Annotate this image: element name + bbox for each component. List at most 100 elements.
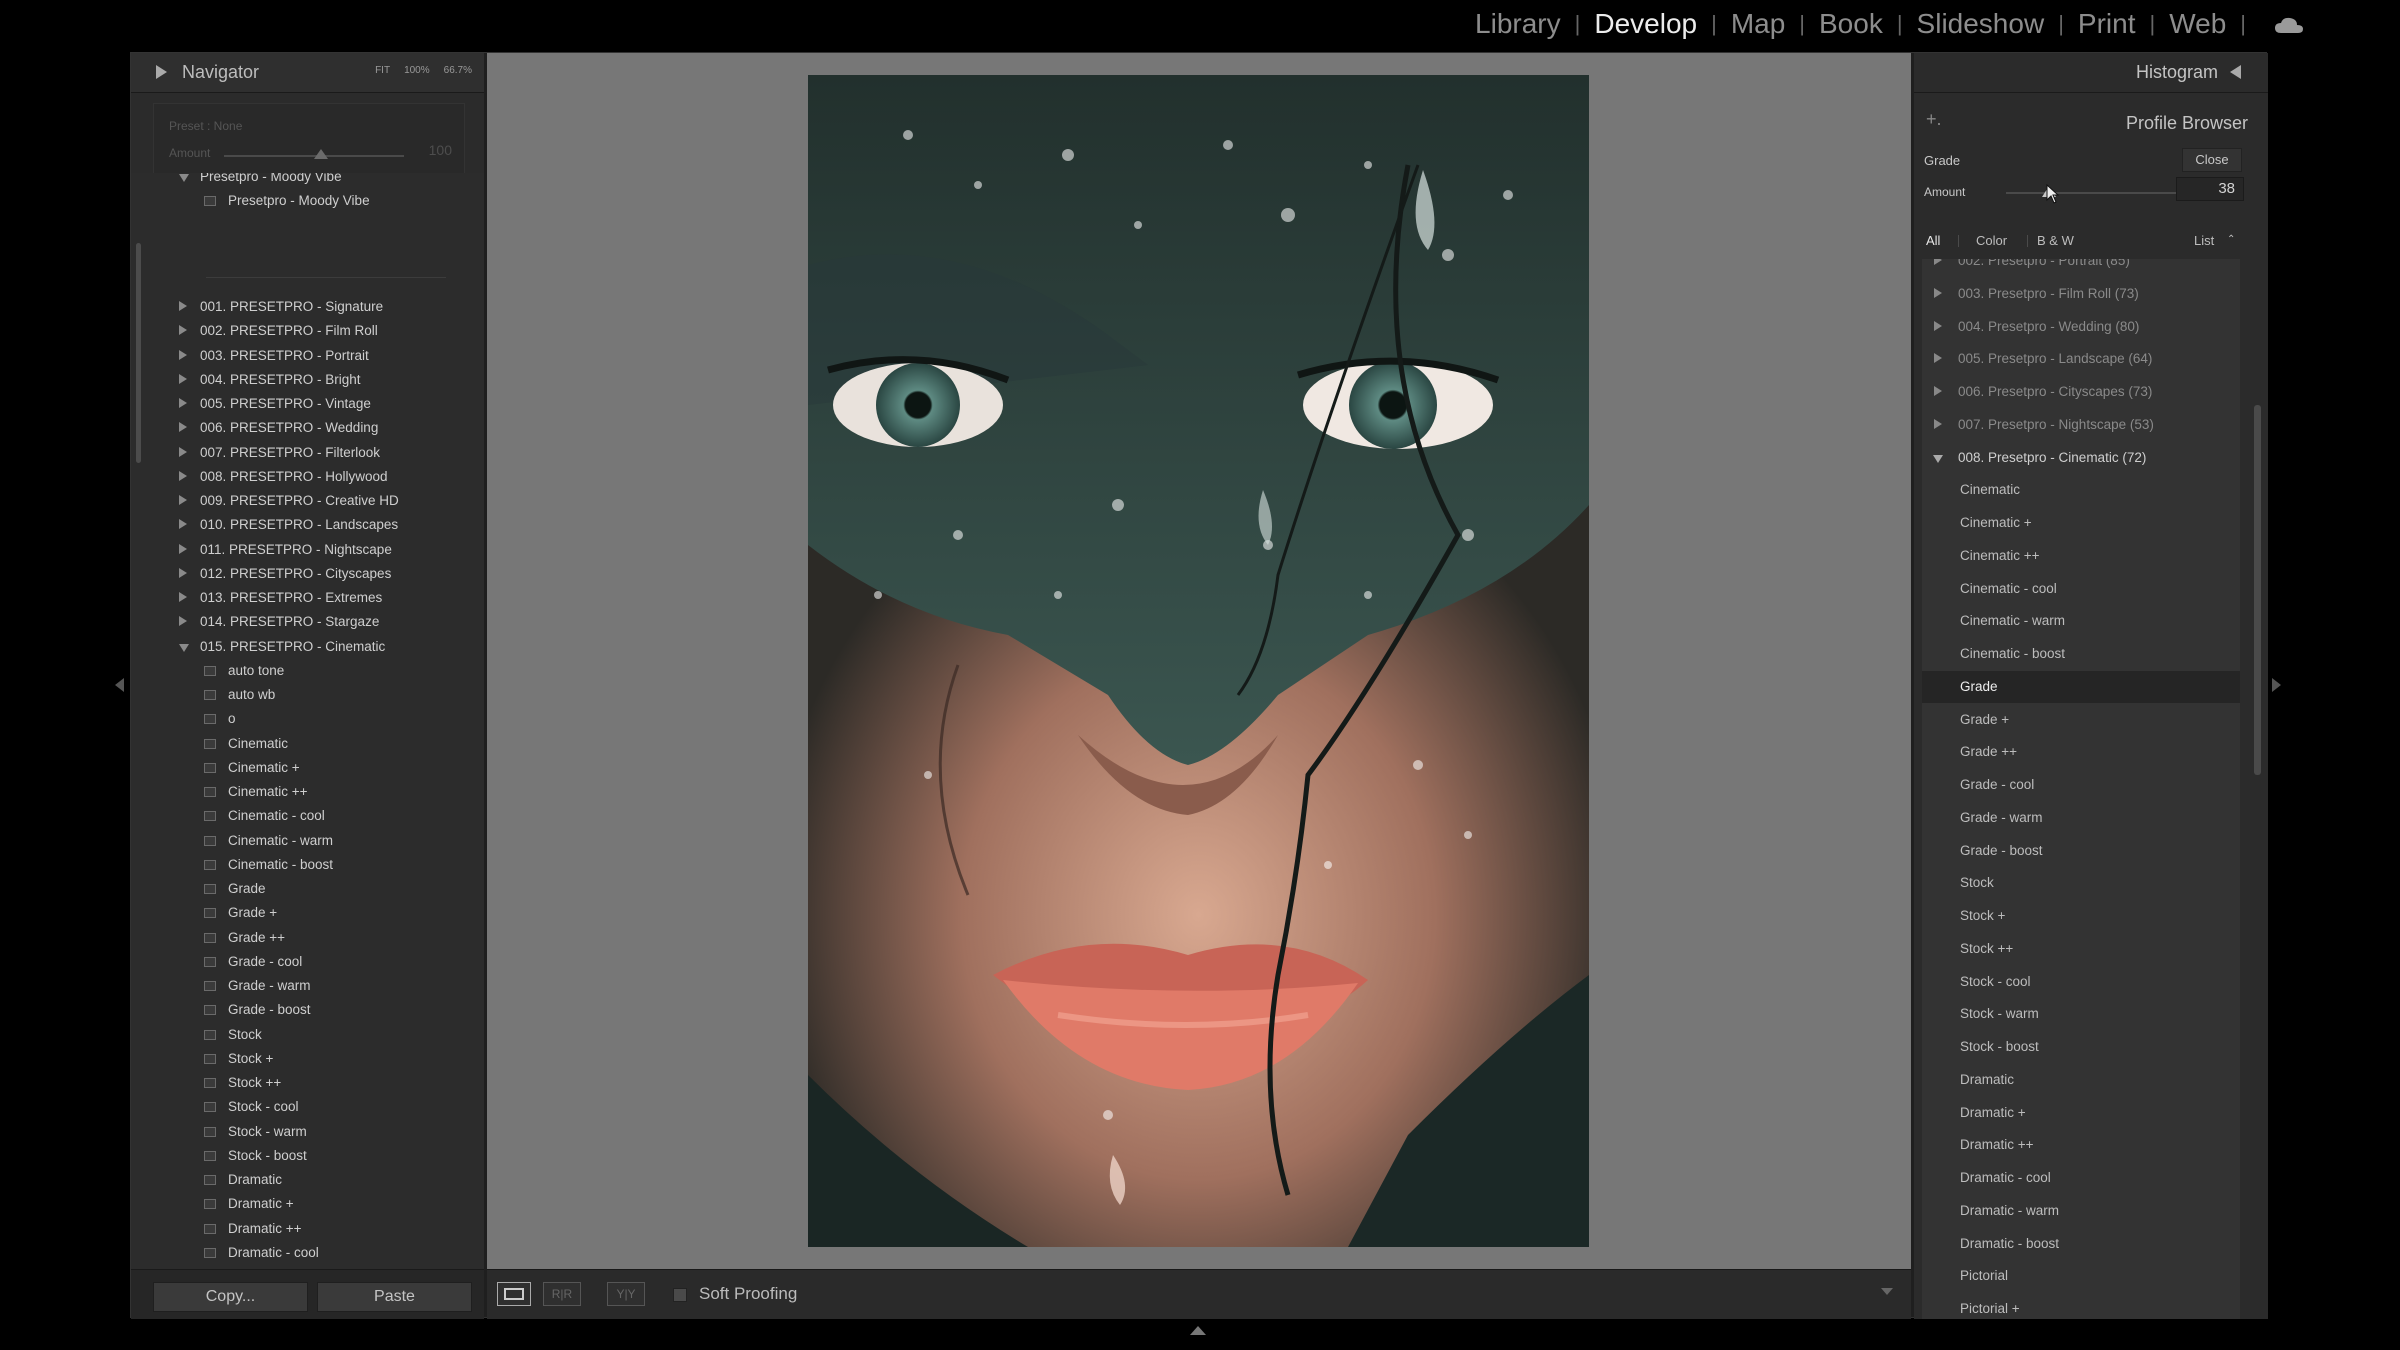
survey-view-button[interactable]: Y|Y bbox=[607, 1282, 645, 1306]
profile-folder[interactable]: 005. Presetpro - Landscape (64) bbox=[1922, 343, 2240, 375]
expand-triangle-icon[interactable] bbox=[1934, 386, 1942, 396]
preset-folder[interactable]: 001. PRESETPRO - Signature bbox=[131, 297, 484, 319]
expand-triangle-icon[interactable] bbox=[179, 470, 187, 481]
profile-item[interactable]: Dramatic ++ bbox=[1922, 1129, 2240, 1161]
preset-item[interactable]: Grade + bbox=[131, 903, 484, 925]
preset-folder[interactable]: 004. PRESETPRO - Bright bbox=[131, 370, 484, 392]
expand-triangle-icon[interactable] bbox=[179, 567, 187, 578]
profile-item[interactable]: Cinematic - warm bbox=[1922, 605, 2240, 637]
preset-item[interactable]: Dramatic + bbox=[131, 1194, 484, 1216]
module-slideshow[interactable]: Slideshow bbox=[1917, 8, 2045, 40]
zoom-100[interactable]: 100% bbox=[404, 65, 430, 76]
profile-item[interactable]: Stock - cool bbox=[1922, 966, 2240, 998]
profile-item[interactable]: Dramatic + bbox=[1922, 1097, 2240, 1129]
preset-folder[interactable]: 010. PRESETPRO - Landscapes bbox=[131, 515, 484, 537]
zoom-fit[interactable]: FIT bbox=[375, 65, 390, 76]
right-scrollbar[interactable] bbox=[2254, 405, 2261, 775]
preset-folder[interactable]: 011. PRESETPRO - Nightscape bbox=[131, 540, 484, 562]
preset-item[interactable]: Cinematic - warm bbox=[131, 831, 484, 853]
profile-item[interactable]: Dramatic - cool bbox=[1922, 1162, 2240, 1194]
soft-proofing-checkbox[interactable] bbox=[673, 1288, 687, 1302]
collapse-triangle-icon[interactable] bbox=[2230, 65, 2241, 79]
left-panel-toggle-icon[interactable] bbox=[115, 678, 124, 692]
profile-item[interactable]: Stock - warm bbox=[1922, 998, 2240, 1030]
profile-folder[interactable]: 006. Presetpro - Cityscapes (73) bbox=[1922, 376, 2240, 408]
preset-item[interactable]: Stock - boost bbox=[131, 1146, 484, 1168]
filter-bw[interactable]: B & W bbox=[2037, 233, 2074, 248]
expand-triangle-icon[interactable] bbox=[1934, 287, 1942, 298]
preset-item[interactable]: Cinematic + bbox=[131, 758, 484, 780]
preset-item[interactable]: Dramatic bbox=[131, 1170, 484, 1192]
profile-folder[interactable]: 004. Presetpro - Wedding (80) bbox=[1922, 311, 2240, 343]
preset-folder[interactable]: 013. PRESETPRO - Extremes bbox=[131, 588, 484, 610]
profile-item[interactable]: Cinematic ++ bbox=[1922, 540, 2240, 572]
expand-triangle-icon[interactable] bbox=[179, 543, 187, 554]
expand-triangle-icon[interactable] bbox=[179, 325, 187, 336]
preset-amount-value[interactable]: 100 bbox=[429, 142, 452, 158]
profile-item[interactable]: Grade - warm bbox=[1922, 802, 2240, 834]
profile-item[interactable]: Stock bbox=[1922, 867, 2240, 899]
right-panel-toggle-icon[interactable] bbox=[2272, 678, 2281, 692]
preset-item[interactable]: Dramatic - cool bbox=[131, 1243, 484, 1265]
preset-folder[interactable]: 005. PRESETPRO - Vintage bbox=[131, 394, 484, 416]
profile-item[interactable]: Dramatic - warm bbox=[1922, 1195, 2240, 1227]
profile-item[interactable]: Grade - cool bbox=[1922, 769, 2240, 801]
profile-folder[interactable]: 002. Presetpro - Portrait (85) bbox=[1922, 259, 2240, 277]
preset-folder[interactable]: Presetpro - Moody Vibe bbox=[131, 173, 484, 189]
preset-folder[interactable]: 007. PRESETPRO - Filterlook bbox=[131, 443, 484, 465]
close-button[interactable]: Close bbox=[2182, 148, 2242, 172]
profile-item[interactable]: Grade - boost bbox=[1922, 835, 2240, 867]
module-library[interactable]: Library bbox=[1475, 8, 1561, 40]
preset-folder[interactable]: 002. PRESETPRO - Film Roll bbox=[131, 321, 484, 343]
preset-item[interactable]: Grade - boost bbox=[131, 1000, 484, 1022]
photo[interactable] bbox=[808, 75, 1589, 1247]
preset-folder[interactable]: 009. PRESETPRO - Creative HD bbox=[131, 491, 484, 513]
paste-button[interactable]: Paste bbox=[317, 1282, 472, 1312]
profile-item[interactable]: Grade ++ bbox=[1922, 736, 2240, 768]
module-web[interactable]: Web bbox=[2169, 8, 2226, 40]
compare-view-button[interactable]: R|R bbox=[543, 1282, 581, 1306]
expand-triangle-icon[interactable] bbox=[1934, 259, 1942, 265]
preset-item[interactable]: Stock - warm bbox=[131, 1122, 484, 1144]
module-book[interactable]: Book bbox=[1819, 8, 1883, 40]
expand-triangle-icon[interactable] bbox=[1934, 353, 1942, 364]
profile-item[interactable]: Dramatic - boost bbox=[1922, 1228, 2240, 1260]
profile-item[interactable]: Stock - boost bbox=[1922, 1031, 2240, 1063]
module-print[interactable]: Print bbox=[2078, 8, 2136, 40]
preset-item[interactable]: Cinematic ++ bbox=[131, 782, 484, 804]
cloud-icon[interactable] bbox=[2274, 16, 2304, 34]
filter-all[interactable]: All bbox=[1926, 233, 1940, 248]
profile-item[interactable]: Cinematic + bbox=[1922, 507, 2240, 539]
profile-item[interactable]: Pictorial bbox=[1922, 1260, 2240, 1292]
preset-item[interactable]: Cinematic - cool bbox=[131, 806, 484, 828]
expand-triangle-icon[interactable] bbox=[179, 349, 187, 360]
preset-item[interactable]: Cinematic bbox=[131, 734, 484, 756]
filmstrip-toggle-icon[interactable] bbox=[1190, 1326, 1206, 1335]
preset-folder[interactable]: 006. PRESETPRO - Wedding bbox=[131, 418, 484, 440]
navigator-zoom-options[interactable]: FIT 100% 66.7% bbox=[375, 65, 472, 76]
preset-amount-thumb[interactable] bbox=[314, 149, 328, 159]
expand-triangle-icon[interactable] bbox=[179, 446, 187, 457]
preset-folder[interactable]: 014. PRESETPRO - Stargaze bbox=[131, 612, 484, 634]
view-mode-select[interactable]: List bbox=[2194, 233, 2214, 248]
preset-folder[interactable]: 008. PRESETPRO - Hollywood bbox=[131, 467, 484, 489]
collapse-triangle-icon[interactable] bbox=[179, 174, 189, 182]
expand-triangle-icon[interactable] bbox=[1934, 320, 1942, 331]
copy-button[interactable]: Copy... bbox=[153, 1282, 308, 1312]
profile-item[interactable]: Grade bbox=[1922, 670, 2240, 703]
profile-folder[interactable]: 008. Presetpro - Cinematic (72) bbox=[1922, 442, 2240, 474]
profile-folder[interactable]: 007. Presetpro - Nightscape (53) bbox=[1922, 409, 2240, 441]
preset-item[interactable]: Grade - cool bbox=[131, 952, 484, 974]
profile-item[interactable]: Grade + bbox=[1922, 704, 2240, 736]
add-profile-icon[interactable]: +. bbox=[1926, 109, 1942, 130]
collapse-triangle-icon[interactable] bbox=[1933, 454, 1943, 463]
profile-item[interactable]: Dramatic bbox=[1922, 1064, 2240, 1096]
profile-amount-slider[interactable] bbox=[2006, 192, 2181, 194]
module-develop[interactable]: Develop bbox=[1594, 8, 1697, 40]
preset-item[interactable]: Dramatic ++ bbox=[131, 1219, 484, 1241]
filter-color[interactable]: Color bbox=[1976, 233, 2007, 248]
preset-item[interactable]: Stock + bbox=[131, 1049, 484, 1071]
preset-item[interactable]: Grade - warm bbox=[131, 976, 484, 998]
preset-item[interactable]: Stock - cool bbox=[131, 1097, 484, 1119]
expand-triangle-icon[interactable] bbox=[179, 495, 187, 505]
